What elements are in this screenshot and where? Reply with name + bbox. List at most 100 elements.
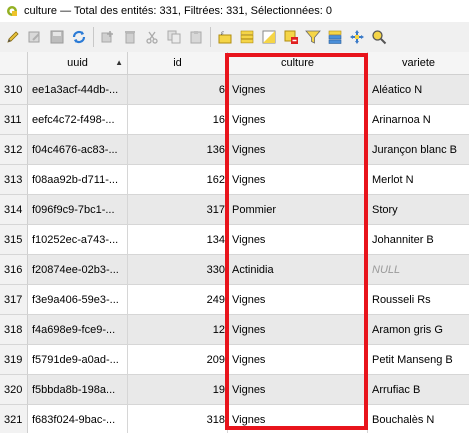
table-row[interactable]: 311 eefc4c72-f498-... 16 Vignes Arinarno…: [0, 105, 469, 135]
cell-culture[interactable]: Vignes: [228, 315, 368, 345]
qgis-logo-icon: [7, 6, 17, 16]
cell-variete[interactable]: Petit Manseng B: [368, 345, 469, 375]
pencil-icon[interactable]: [4, 28, 22, 46]
sort-ascending-icon: ▲: [115, 58, 123, 67]
cut-icon[interactable]: [143, 28, 161, 46]
column-header-id[interactable]: id: [128, 52, 228, 74]
cell-variete[interactable]: Story: [368, 195, 469, 225]
cell-uuid[interactable]: f5791de9-a0ad-...: [28, 345, 128, 375]
cell-variete[interactable]: Bouchalès N: [368, 405, 469, 433]
cell-id[interactable]: 136: [128, 135, 228, 165]
cell-uuid[interactable]: f08aa92b-d711-...: [28, 165, 128, 195]
cell-culture[interactable]: Vignes: [228, 225, 368, 255]
add-feature-icon[interactable]: [99, 28, 117, 46]
cell-culture[interactable]: Vignes: [228, 285, 368, 315]
cell-id[interactable]: 134: [128, 225, 228, 255]
cell-uuid[interactable]: f04c4676-ac83-...: [28, 135, 128, 165]
row-number[interactable]: 316: [0, 255, 28, 285]
table-header: uuid ▲ id culture variete: [0, 52, 469, 75]
move-selection-top-icon[interactable]: [326, 28, 344, 46]
row-number[interactable]: 315: [0, 225, 28, 255]
table-row[interactable]: 318 f4a698e9-fce9-... 12 Vignes Aramon g…: [0, 315, 469, 345]
cell-culture[interactable]: Vignes: [228, 405, 368, 433]
cell-variete[interactable]: Rousseli Rs: [368, 285, 469, 315]
table-row[interactable]: 320 f5bbda8b-198a... 19 Vignes Arrufiac …: [0, 375, 469, 405]
cell-variete[interactable]: Aramon gris G: [368, 315, 469, 345]
save-icon[interactable]: [48, 28, 66, 46]
cell-culture[interactable]: Vignes: [228, 165, 368, 195]
cell-id[interactable]: 318: [128, 405, 228, 433]
row-number[interactable]: 317: [0, 285, 28, 315]
toolbar-separator: [210, 27, 211, 47]
table-row[interactable]: 314 f096f9c9-7bc1-... 317 Pommier Story: [0, 195, 469, 225]
pan-to-selection-icon[interactable]: [348, 28, 366, 46]
row-number[interactable]: 312: [0, 135, 28, 165]
cell-variete[interactable]: Merlot N: [368, 165, 469, 195]
cell-id[interactable]: 317: [128, 195, 228, 225]
row-number[interactable]: 313: [0, 165, 28, 195]
cell-id[interactable]: 12: [128, 315, 228, 345]
zoom-to-selection-icon[interactable]: [370, 28, 388, 46]
column-header-culture[interactable]: culture: [228, 52, 368, 74]
cell-culture[interactable]: Actinidia: [228, 255, 368, 285]
invert-selection-icon[interactable]: [260, 28, 278, 46]
column-header-label: culture: [280, 57, 315, 69]
cell-uuid[interactable]: ee1a3acf-44db-...: [28, 75, 128, 105]
row-number[interactable]: 310: [0, 75, 28, 105]
row-number[interactable]: 314: [0, 195, 28, 225]
cell-uuid[interactable]: f3e9a406-59e3-...: [28, 285, 128, 315]
table-row[interactable]: 316 f20874ee-02b3-... 330 Actinidia NULL: [0, 255, 469, 285]
cell-id[interactable]: 209: [128, 345, 228, 375]
cell-id[interactable]: 16: [128, 105, 228, 135]
cell-variete[interactable]: Jurançon blanc B: [368, 135, 469, 165]
row-number[interactable]: 320: [0, 375, 28, 405]
cell-culture[interactable]: Vignes: [228, 375, 368, 405]
cell-id[interactable]: 249: [128, 285, 228, 315]
cell-uuid[interactable]: f4a698e9-fce9-...: [28, 315, 128, 345]
cell-variete[interactable]: Johanniter B: [368, 225, 469, 255]
table-row[interactable]: 310 ee1a3acf-44db-... 6 Vignes Aléatico …: [0, 75, 469, 105]
cell-uuid[interactable]: f5bbda8b-198a...: [28, 375, 128, 405]
row-number[interactable]: 321: [0, 405, 28, 433]
filter-icon[interactable]: [304, 28, 322, 46]
table-row[interactable]: 319 f5791de9-a0ad-... 209 Vignes Petit M…: [0, 345, 469, 375]
cell-uuid[interactable]: f096f9c9-7bc1-...: [28, 195, 128, 225]
toolbar-separator: [93, 27, 94, 47]
cell-id[interactable]: 19: [128, 375, 228, 405]
row-number-header[interactable]: [0, 52, 28, 74]
cell-id[interactable]: 330: [128, 255, 228, 285]
table-row[interactable]: 313 f08aa92b-d711-... 162 Vignes Merlot …: [0, 165, 469, 195]
delete-feature-icon[interactable]: [121, 28, 139, 46]
cell-uuid[interactable]: eefc4c72-f498-...: [28, 105, 128, 135]
cell-id[interactable]: 162: [128, 165, 228, 195]
cell-uuid[interactable]: f20874ee-02b3-...: [28, 255, 128, 285]
table-row[interactable]: 315 f10252ec-a743-... 134 Vignes Johanni…: [0, 225, 469, 255]
cell-variete[interactable]: Aléatico N: [368, 75, 469, 105]
multi-edit-icon[interactable]: [26, 28, 44, 46]
cell-culture[interactable]: Vignes: [228, 135, 368, 165]
cell-culture[interactable]: Vignes: [228, 345, 368, 375]
cell-id[interactable]: 6: [128, 75, 228, 105]
cell-uuid[interactable]: f10252ec-a743-...: [28, 225, 128, 255]
column-header-variete[interactable]: variete: [368, 52, 469, 74]
copy-icon[interactable]: [165, 28, 183, 46]
table-row[interactable]: 312 f04c4676-ac83-... 136 Vignes Juranço…: [0, 135, 469, 165]
row-number[interactable]: 311: [0, 105, 28, 135]
cell-culture[interactable]: Vignes: [228, 75, 368, 105]
cell-culture[interactable]: Pommier: [228, 195, 368, 225]
row-number[interactable]: 318: [0, 315, 28, 345]
expression-select-icon[interactable]: ε: [216, 28, 234, 46]
table-row[interactable]: 321 f683f024-9bac-... 318 Vignes Bouchal…: [0, 405, 469, 433]
cell-variete[interactable]: Arinarnoa N: [368, 105, 469, 135]
row-number[interactable]: 319: [0, 345, 28, 375]
reload-icon[interactable]: [70, 28, 88, 46]
column-header-uuid[interactable]: uuid ▲: [28, 52, 128, 74]
cell-culture[interactable]: Vignes: [228, 105, 368, 135]
paste-icon[interactable]: [187, 28, 205, 46]
deselect-all-icon[interactable]: [282, 28, 300, 46]
table-row[interactable]: 317 f3e9a406-59e3-... 249 Vignes Roussel…: [0, 285, 469, 315]
select-all-icon[interactable]: [238, 28, 256, 46]
cell-variete-null[interactable]: NULL: [368, 255, 469, 285]
cell-variete[interactable]: Arrufiac B: [368, 375, 469, 405]
cell-uuid[interactable]: f683f024-9bac-...: [28, 405, 128, 433]
